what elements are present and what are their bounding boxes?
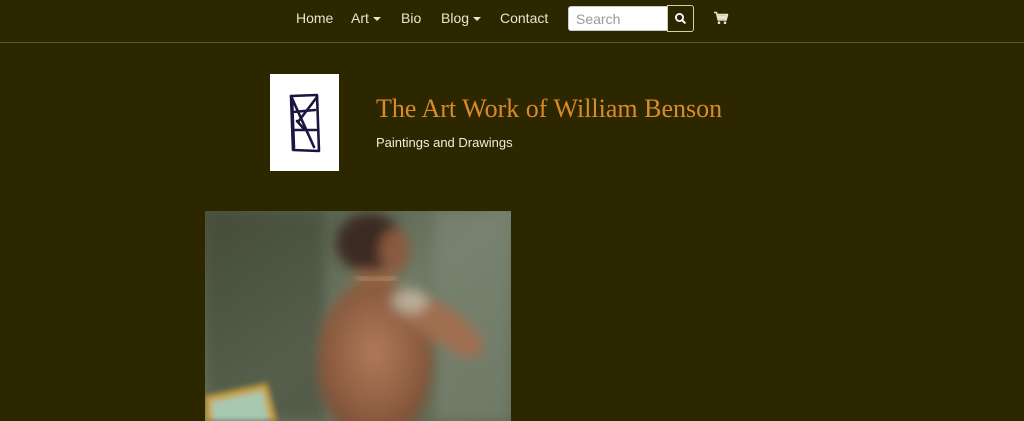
site-logo-link[interactable] xyxy=(270,74,339,171)
site-subtitle: Paintings and Drawings xyxy=(376,135,513,150)
nav-contact-link[interactable]: Contact xyxy=(500,10,548,26)
nav-art-dropdown[interactable]: Art xyxy=(351,10,381,26)
nav-art-label: Art xyxy=(351,10,369,26)
top-navbar: Home Art Bio Blog Contact xyxy=(0,0,1024,43)
painting-figure-image xyxy=(205,211,511,421)
nav-home-label: Home xyxy=(296,10,334,26)
nav-bio-label: Bio xyxy=(401,10,422,26)
search-icon xyxy=(675,13,686,24)
shopping-cart-icon xyxy=(714,11,729,24)
featured-painting[interactable] xyxy=(205,211,511,421)
nav-home-link[interactable]: Home xyxy=(296,10,333,26)
shopping-cart-button[interactable] xyxy=(713,11,729,25)
search-input[interactable] xyxy=(568,6,668,31)
site-title: The Art Work of William Benson xyxy=(376,94,723,123)
caret-down-icon xyxy=(473,17,482,21)
nav-blog-label: Blog xyxy=(441,10,470,26)
nav-bio-link[interactable]: Bio xyxy=(401,10,421,26)
nav-blog-dropdown[interactable]: Blog xyxy=(441,10,482,26)
signature-logo xyxy=(289,93,321,153)
caret-down-icon xyxy=(372,17,381,21)
search-button[interactable] xyxy=(667,5,694,32)
nav-contact-label: Contact xyxy=(500,10,549,26)
